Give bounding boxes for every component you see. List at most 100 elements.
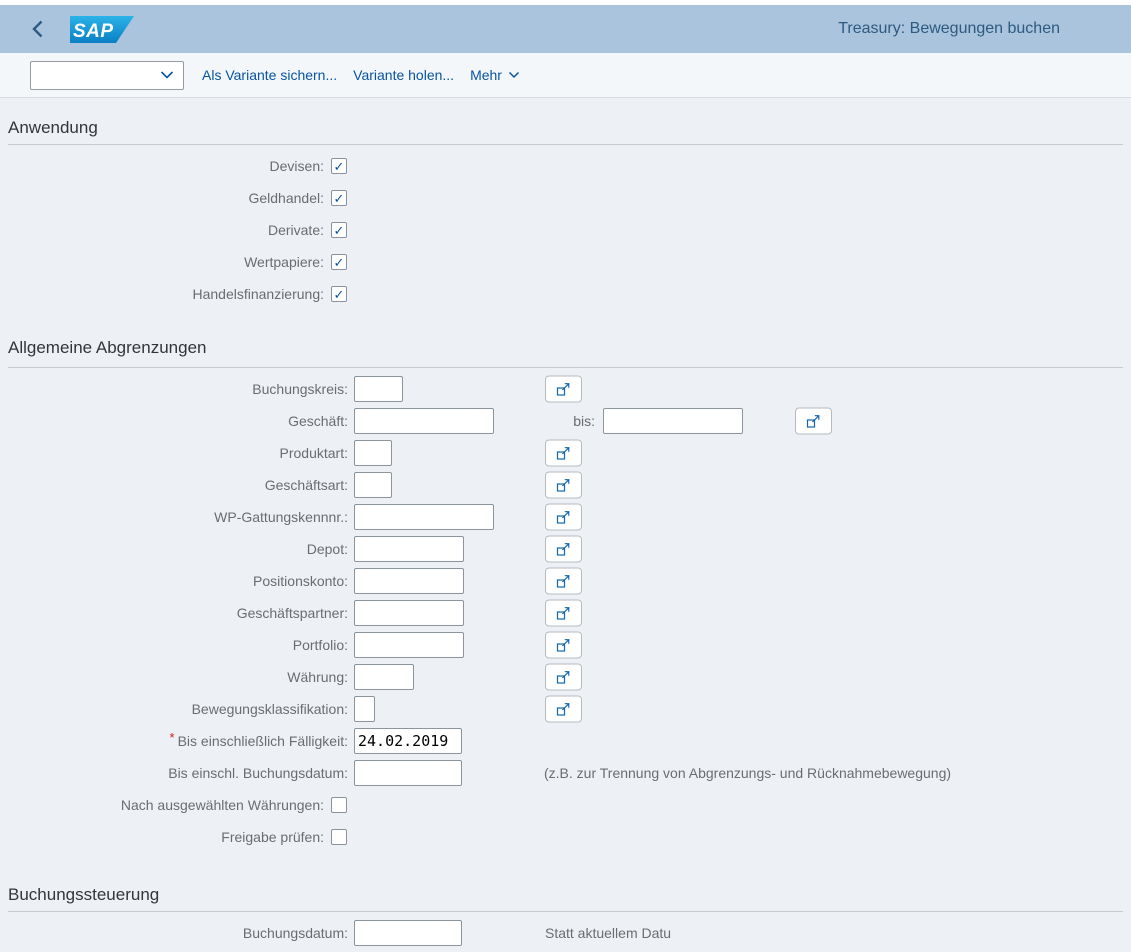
nach-waehrungen-label: Nach ausgewählten Währungen: xyxy=(8,797,324,813)
row-produktart: Produktart: xyxy=(8,437,1123,469)
bis-buchungsdatum-label: Bis einschl. Buchungsdatum: xyxy=(8,765,348,781)
row-devisen: Devisen: ✓ xyxy=(8,150,1123,182)
geschaeft-label: Geschäft: xyxy=(8,413,348,429)
freigabe-pruefen-checkbox[interactable] xyxy=(331,829,347,845)
portfolio-label: Portfolio: xyxy=(8,637,348,653)
derivate-label: Derivate: xyxy=(8,222,324,238)
variant-select[interactable] xyxy=(30,61,184,90)
handelsfinanzierung-checkbox[interactable]: ✓ xyxy=(331,286,347,302)
wp-gattungskennnr-input[interactable] xyxy=(354,504,494,530)
geschaeftsart-multiselect-button[interactable] xyxy=(545,472,582,499)
buchungsdatum-input[interactable] xyxy=(354,920,462,946)
portfolio-input[interactable] xyxy=(354,632,464,658)
page-title: Treasury: Bewegungen buchen xyxy=(838,20,1060,38)
more-menu-button[interactable]: Mehr xyxy=(470,67,520,83)
geschaeft-bis-input[interactable] xyxy=(603,408,743,434)
multi-selection-icon xyxy=(556,606,571,621)
geschaeft-multiselect-button[interactable] xyxy=(795,408,832,435)
positionskonto-label: Positionskonto: xyxy=(8,573,348,589)
check-icon: ✓ xyxy=(334,224,345,237)
row-handelsfinanzierung: Handelsfinanzierung: ✓ xyxy=(8,278,1123,310)
bewegungsklassifikation-input[interactable] xyxy=(354,696,375,722)
multi-selection-icon xyxy=(556,382,571,397)
row-waehrung: Währung: xyxy=(8,661,1123,693)
wertpapiere-label: Wertpapiere: xyxy=(8,254,324,270)
produktart-multiselect-button[interactable] xyxy=(545,440,582,467)
geschaeftspartner-input[interactable] xyxy=(354,600,464,626)
wp-gattungskennnr-multiselect-button[interactable] xyxy=(545,504,582,531)
produktart-label: Produktart: xyxy=(8,445,348,461)
chevron-down-icon xyxy=(508,71,520,79)
row-positionskonto: Positionskonto: xyxy=(8,565,1123,597)
positionskonto-input[interactable] xyxy=(354,568,464,594)
positionskonto-multiselect-button[interactable] xyxy=(545,568,582,595)
row-portfolio: Portfolio: xyxy=(8,629,1123,661)
depot-label: Depot: xyxy=(8,541,348,557)
buchungssteuerung-rows: Buchungsdatum: Statt aktuellem Datu xyxy=(8,917,1123,949)
get-variant-button[interactable]: Variante holen... xyxy=(353,67,454,83)
multi-selection-icon xyxy=(556,446,571,461)
depot-input[interactable] xyxy=(354,536,464,562)
anwendung-rows: Devisen: ✓ Geldhandel: ✓ Derivate: ✓ Wer… xyxy=(8,150,1123,310)
bewegungsklassifikation-multiselect-button[interactable] xyxy=(545,696,582,723)
geschaeft-bis-label: bis: xyxy=(546,413,595,429)
geldhandel-checkbox[interactable]: ✓ xyxy=(331,190,347,206)
chevron-left-icon xyxy=(32,20,43,38)
multi-selection-icon xyxy=(556,542,571,557)
sap-logo: SAP xyxy=(70,16,134,43)
bis-faelligkeit-label: *Bis einschließlich Fälligkeit: xyxy=(8,733,348,749)
row-derivate: Derivate: ✓ xyxy=(8,214,1123,246)
row-geschaeftsart: Geschäftsart: xyxy=(8,469,1123,501)
row-buchungsdatum: Buchungsdatum: Statt aktuellem Datu xyxy=(8,917,1123,949)
buchungsdatum-hint: Statt aktuellem Datu xyxy=(545,925,671,941)
handelsfinanzierung-label: Handelsfinanzierung: xyxy=(8,286,324,302)
multi-selection-icon xyxy=(806,414,821,429)
geschaeftspartner-multiselect-button[interactable] xyxy=(545,600,582,627)
row-bewegungsklassifikation: Bewegungsklassifikation: xyxy=(8,693,1123,725)
check-icon: ✓ xyxy=(334,160,345,173)
buchungskreis-input[interactable] xyxy=(354,376,403,402)
check-icon: ✓ xyxy=(334,288,345,301)
geschaeftsart-input[interactable] xyxy=(354,472,392,498)
row-buchungskreis: Buchungskreis: xyxy=(8,373,1123,405)
waehrung-label: Währung: xyxy=(8,669,348,685)
derivate-checkbox[interactable]: ✓ xyxy=(331,222,347,238)
more-menu-label: Mehr xyxy=(470,67,502,83)
multi-selection-icon xyxy=(556,478,571,493)
depot-multiselect-button[interactable] xyxy=(545,536,582,563)
row-freigabe-pruefen: Freigabe prüfen: xyxy=(8,821,1123,853)
bis-buchungsdatum-input[interactable] xyxy=(354,760,462,786)
geschaeft-von-input[interactable] xyxy=(354,408,494,434)
nach-waehrungen-checkbox[interactable] xyxy=(331,797,347,813)
waehrung-multiselect-button[interactable] xyxy=(545,664,582,691)
check-icon: ✓ xyxy=(334,256,345,269)
section-title-buchungssteuerung: Buchungssteuerung xyxy=(8,853,1123,912)
multi-selection-icon xyxy=(556,510,571,525)
row-geldhandel: Geldhandel: ✓ xyxy=(8,182,1123,214)
row-bis-buchungsdatum: Bis einschl. Buchungsdatum: (z.B. zur Tr… xyxy=(8,757,1123,789)
bis-buchungsdatum-hint: (z.B. zur Trennung von Abgrenzungs- und … xyxy=(544,765,951,781)
geschaeftsart-label: Geschäftsart: xyxy=(8,477,348,493)
multi-selection-icon xyxy=(556,670,571,685)
buchungsdatum-label: Buchungsdatum: xyxy=(8,925,348,941)
portfolio-multiselect-button[interactable] xyxy=(545,632,582,659)
section-title-allgemeine-abgrenzungen: Allgemeine Abgrenzungen xyxy=(8,310,1123,368)
check-icon: ✓ xyxy=(334,192,345,205)
buchungskreis-multiselect-button[interactable] xyxy=(545,376,582,403)
devisen-checkbox[interactable]: ✓ xyxy=(331,158,347,174)
section-title-anwendung: Anwendung xyxy=(8,98,1123,145)
multi-selection-icon xyxy=(556,702,571,717)
save-variant-button[interactable]: Als Variante sichern... xyxy=(202,67,337,83)
geldhandel-label: Geldhandel: xyxy=(8,190,324,206)
wertpapiere-checkbox[interactable]: ✓ xyxy=(331,254,347,270)
row-wp-gattungskennnr: WP-Gattungskennnr.: xyxy=(8,501,1123,533)
abgrenzungen-rows: Buchungskreis: Geschäft: bis: P xyxy=(8,373,1123,853)
form-area: Anwendung Devisen: ✓ Geldhandel: ✓ Deriv… xyxy=(0,98,1131,952)
required-indicator: * xyxy=(170,730,175,745)
back-button[interactable] xyxy=(32,20,43,38)
wp-gattungskennnr-label: WP-Gattungskennnr.: xyxy=(8,509,348,525)
produktart-input[interactable] xyxy=(354,440,392,466)
buchungskreis-label: Buchungskreis: xyxy=(8,381,348,397)
waehrung-input[interactable] xyxy=(354,664,414,690)
bis-faelligkeit-input[interactable] xyxy=(354,728,462,754)
